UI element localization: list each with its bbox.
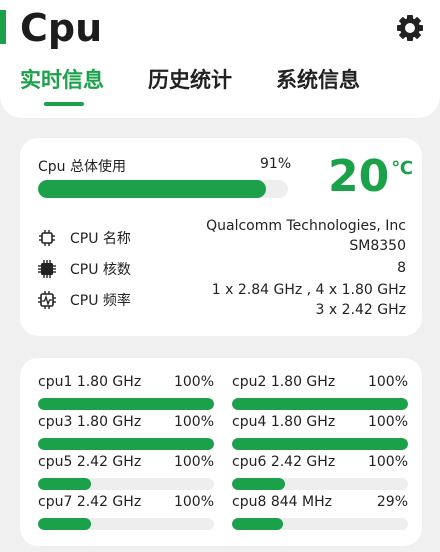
cpu-name-line-2: SM8350 <box>349 238 406 254</box>
usage-label: Cpu 总体使用 <box>38 159 126 175</box>
core-label: cpu3 1.80 GHz <box>38 414 142 430</box>
cores-card: cpu1 1.80 GHz 100% cpu2 1.80 GHz 100% cpu3 1… <box>20 358 422 546</box>
chip-icon <box>39 230 55 246</box>
core-percent: 100% <box>367 454 408 470</box>
core-percent: 100% <box>173 414 214 430</box>
cpu-cores-line-1: 8 <box>397 260 406 276</box>
app-title: Cpu <box>20 6 103 50</box>
total-usage-bar <box>38 180 288 198</box>
cpu-name-value: Qualcomm Technologies, Inc SM8350 <box>206 216 406 256</box>
temperature-value: 20 <box>328 151 390 202</box>
title-accent-bar <box>0 10 6 44</box>
tab-bar: 实时信息 历史统计 系统信息 <box>0 60 440 100</box>
core-usage-fill <box>38 398 214 410</box>
core-usage-bar <box>38 438 214 450</box>
cpu-frequency-line-2: 3 x 2.42 GHz <box>315 302 406 318</box>
cpu-frequency-label: CPU 频率 <box>70 293 131 309</box>
core-usage-bar <box>38 478 214 490</box>
cpu-cores-value: 8 <box>397 258 406 278</box>
core-label: cpu2 1.80 GHz <box>232 374 336 390</box>
core-label: cpu6 2.42 GHz <box>232 454 336 470</box>
core-usage-bar <box>232 478 408 490</box>
core-usage-bar <box>232 398 408 410</box>
cpu-cores-label: CPU 核数 <box>70 262 131 278</box>
core-usage-bar <box>38 518 214 530</box>
cores-icon <box>38 260 56 278</box>
core-usage-bar <box>232 518 408 530</box>
cpu-frequency-value: 1 x 2.84 GHz , 4 x 1.80 GHz 3 x 2.42 GHz <box>212 280 406 320</box>
active-tab-indicator <box>44 102 84 106</box>
temperature-readout: 20 ℃ <box>328 152 413 202</box>
core-label: cpu4 1.80 GHz <box>232 414 336 430</box>
core-label: cpu1 1.80 GHz <box>38 374 142 390</box>
frequency-icon <box>38 291 56 309</box>
core-label: cpu8 844 MHz <box>232 494 332 510</box>
tab-system-info[interactable]: 系统信息 <box>276 60 360 100</box>
temperature-unit: ℃ <box>391 158 414 179</box>
core-usage-fill <box>232 438 408 450</box>
total-usage-fill <box>38 180 266 198</box>
core-label: cpu5 2.42 GHz <box>38 454 142 470</box>
core-percent: 100% <box>367 374 408 390</box>
core-percent: 100% <box>173 374 214 390</box>
core-percent: 100% <box>173 494 214 510</box>
core-percent: 29% <box>376 494 408 510</box>
gear-icon <box>397 15 423 41</box>
cpu-name-label: CPU 名称 <box>70 231 131 247</box>
tab-realtime[interactable]: 实时信息 <box>20 60 104 100</box>
overview-card: Cpu 总体使用 91% 20 ℃ CPU 名称 Qualcomm Technol… <box>20 138 422 336</box>
usage-percent: 91% <box>260 156 292 172</box>
core-usage-bar <box>38 398 214 410</box>
core-usage-fill <box>232 478 285 490</box>
core-usage-fill <box>232 518 284 530</box>
core-usage-fill <box>38 438 214 450</box>
settings-button[interactable] <box>394 12 426 44</box>
core-usage-fill <box>38 518 91 530</box>
core-usage-bar <box>232 438 408 450</box>
cpu-frequency-line-1: 1 x 2.84 GHz , 4 x 1.80 GHz <box>211 282 406 298</box>
cpu-name-line-1: Qualcomm Technologies, Inc <box>206 218 406 234</box>
tab-history[interactable]: 历史统计 <box>148 60 232 100</box>
core-usage-fill <box>232 398 408 410</box>
app-header: Cpu 实时信息 历史统计 系统信息 <box>0 0 440 118</box>
core-label: cpu7 2.42 GHz <box>38 494 142 510</box>
core-percent: 100% <box>367 414 408 430</box>
core-usage-fill <box>38 478 91 490</box>
core-percent: 100% <box>173 454 214 470</box>
